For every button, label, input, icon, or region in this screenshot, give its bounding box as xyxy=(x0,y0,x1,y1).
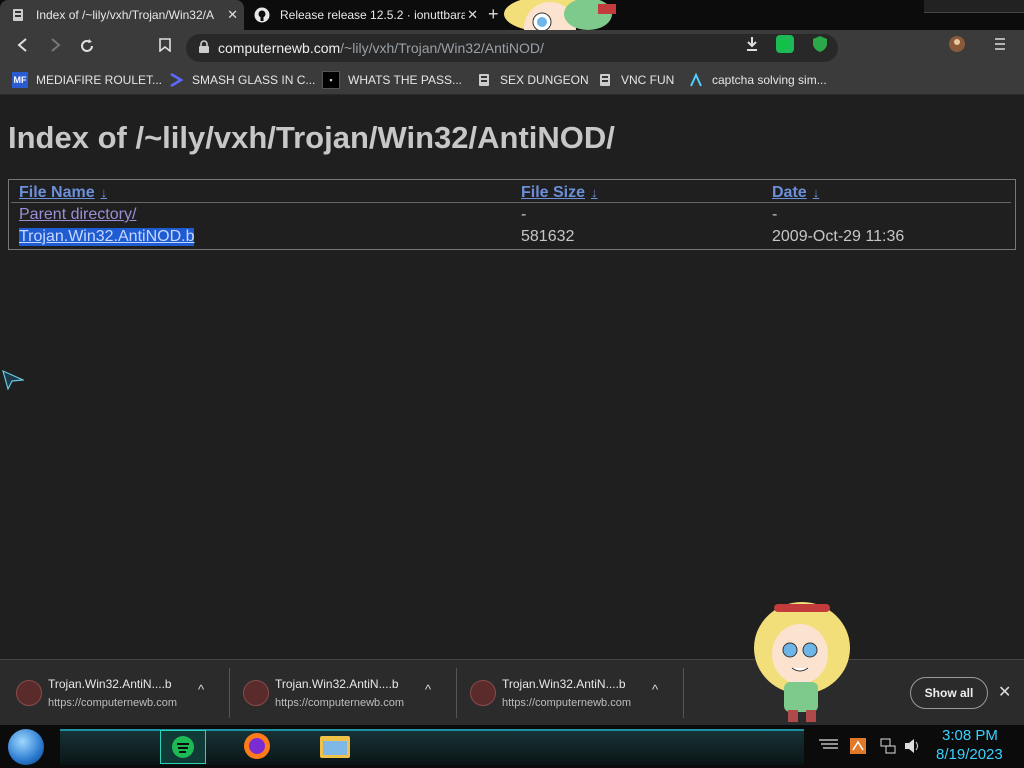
bookmark-icon[interactable] xyxy=(154,38,176,58)
tab-github-release[interactable]: Release release 12.5.2 · ionuttbara/ ✕ xyxy=(244,0,484,30)
file-size-cell: 581632 xyxy=(521,228,575,245)
download-name: Trojan.Win32.AntiN....b xyxy=(502,677,626,691)
bookmark-captcha[interactable]: captcha solving sim... xyxy=(688,71,827,89)
close-icon[interactable]: ✕ xyxy=(227,7,238,23)
menu-icon[interactable] xyxy=(994,35,1012,53)
chevron-up-icon[interactable]: ^ xyxy=(198,682,204,697)
column-header-label: File Size xyxy=(521,184,586,201)
file-date-cell: - xyxy=(772,206,778,223)
close-icon[interactable]: ✕ xyxy=(467,7,478,23)
window-controls[interactable] xyxy=(924,0,1024,13)
file-icon xyxy=(243,680,269,706)
bookmark-label: VNC FUN xyxy=(621,73,675,87)
tab-title: Index of /~lily/vxh/Trojan/Win32/A xyxy=(36,8,214,22)
download-icon[interactable] xyxy=(744,35,762,53)
reload-icon[interactable] xyxy=(76,38,98,58)
address-bar[interactable]: computernewb.com/~lily/vxh/Trojan/Win32/… xyxy=(186,34,838,62)
tab-title: Release release 12.5.2 · ionuttbara/ xyxy=(280,8,465,22)
clock-date[interactable]: 8/19/2023 xyxy=(936,746,1003,763)
bookmark-label: MEDIAFIRE ROULET... xyxy=(36,73,163,87)
divider xyxy=(683,668,684,718)
mediafire-icon: MF xyxy=(12,72,28,88)
file-icon xyxy=(470,680,496,706)
shield-extension-icon[interactable] xyxy=(812,35,830,53)
mascot-sticker-bottom xyxy=(752,598,852,724)
column-header-size[interactable]: File Size ↓ xyxy=(521,184,598,202)
server-icon xyxy=(476,72,492,88)
download-url: https://computernewb.com xyxy=(48,697,178,709)
file-explorer-taskbar-icon[interactable] xyxy=(318,730,352,762)
back-icon[interactable] xyxy=(12,38,34,58)
download-shelf: Trojan.Win32.AntiN....b https://computer… xyxy=(0,659,1024,726)
spotify-taskbar-icon[interactable] xyxy=(160,730,206,764)
header-divider xyxy=(11,202,1011,203)
file-link[interactable]: Trojan.Win32.AntiNOD.b xyxy=(19,228,195,246)
url-host: computernewb.com xyxy=(218,40,341,56)
download-name: Trojan.Win32.AntiN....b xyxy=(48,677,172,691)
spotify-extension-icon[interactable] xyxy=(776,35,794,53)
download-url: https://computernewb.com xyxy=(275,697,405,709)
sort-arrow-icon: ↓ xyxy=(100,185,108,200)
bookmark-smash-glass[interactable]: SMASH GLASS IN C... xyxy=(168,71,315,89)
column-header-label: Date xyxy=(772,184,807,201)
bookmark-label: SMASH GLASS IN C... xyxy=(192,73,316,87)
profile-avatar-icon[interactable] xyxy=(948,35,966,53)
column-header-label: File Name xyxy=(19,184,95,201)
page-content: Index of /~lily/vxh/Trojan/Win32/AntiNOD… xyxy=(0,95,1024,658)
file-date-cell: 2009-Oct-29 11:36 xyxy=(772,228,905,245)
column-header-name[interactable]: File Name ↓ xyxy=(19,184,107,202)
app-tray-icon[interactable] xyxy=(850,738,866,757)
page-title: Index of /~lily/vxh/Trojan/Win32/AntiNOD… xyxy=(8,120,615,155)
server-icon xyxy=(10,7,26,23)
file-size-cell: - xyxy=(521,206,527,223)
column-header-date[interactable]: Date ↓ xyxy=(772,184,819,202)
github-icon xyxy=(254,7,270,23)
terminal-icon: ▪ xyxy=(322,71,340,89)
sort-arrow-icon: ↓ xyxy=(812,185,820,200)
url-path: /~lily/vxh/Trojan/Win32/AntiNOD/ xyxy=(340,40,544,56)
bookmark-label: captcha solving sim... xyxy=(712,73,827,87)
bookmark-label: SEX DUNGEON xyxy=(500,73,589,87)
clock-time[interactable]: 3:08 PM xyxy=(942,727,998,744)
file-icon xyxy=(16,680,42,706)
browser-toolbar: computernewb.com/~lily/vxh/Trojan/Win32/… xyxy=(0,30,1024,66)
chevron-up-icon[interactable]: ^ xyxy=(425,682,431,697)
chevron-up-icon[interactable]: ^ xyxy=(652,682,658,697)
server-icon xyxy=(597,72,613,88)
network-icon[interactable] xyxy=(880,738,896,757)
firefox-taskbar-icon[interactable] xyxy=(240,730,274,762)
sort-arrow-icon: ↓ xyxy=(591,185,598,200)
taskbar-decoration xyxy=(748,729,804,765)
lambda-icon xyxy=(688,72,704,88)
bracket-icon xyxy=(168,72,184,88)
download-item[interactable]: Trojan.Win32.AntiN....b https://computer… xyxy=(0,660,226,726)
taskbar-decoration xyxy=(60,729,156,765)
network-arrows-icon[interactable] xyxy=(818,738,840,753)
bookmark-sex-dungeon[interactable]: SEX DUNGEON xyxy=(476,71,589,89)
taskbar xyxy=(0,725,1024,768)
volume-icon[interactable] xyxy=(904,738,922,757)
start-button[interactable] xyxy=(8,729,44,765)
download-item[interactable]: Trojan.Win32.AntiN....b https://computer… xyxy=(454,660,680,726)
mouse-cursor-icon xyxy=(2,369,26,396)
download-name: Trojan.Win32.AntiN....b xyxy=(275,677,399,691)
bookmark-mediafire[interactable]: MF MEDIAFIRE ROULET... xyxy=(12,71,162,89)
file-listing-table: File Name ↓ File Size ↓ Date ↓ Parent direc… xyxy=(8,179,1016,250)
download-url: https://computernewb.com xyxy=(502,697,632,709)
bookmarks-bar: MF MEDIAFIRE ROULET... SMASH GLASS IN C.… xyxy=(0,66,1024,95)
lock-icon xyxy=(198,39,212,57)
forward-icon[interactable] xyxy=(44,38,66,58)
bookmark-whats-the-pass[interactable]: ▪ WHATS THE PASS... xyxy=(322,71,462,89)
bookmark-vnc-fun[interactable]: VNC FUN xyxy=(597,71,674,89)
tab-index-page[interactable]: Index of /~lily/vxh/Trojan/Win32/A ✕ xyxy=(0,0,244,30)
show-all-button[interactable]: Show all xyxy=(910,677,988,709)
download-item[interactable]: Trojan.Win32.AntiN....b https://computer… xyxy=(227,660,453,726)
bookmark-label: WHATS THE PASS... xyxy=(348,73,463,87)
parent-directory-link[interactable]: Parent directory/ xyxy=(19,206,136,224)
close-icon[interactable]: ✕ xyxy=(998,682,1011,702)
